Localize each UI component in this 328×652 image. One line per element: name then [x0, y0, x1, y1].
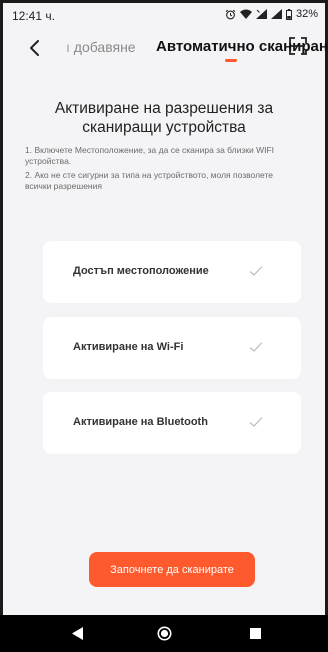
- nav-home-icon[interactable]: [157, 626, 172, 641]
- permission-bluetooth[interactable]: Активиране на Bluetooth: [43, 392, 301, 454]
- alarm-icon: [225, 9, 236, 19]
- status-bar: 12:41 ч. 32%: [6, 6, 322, 26]
- battery-icon: [285, 8, 292, 20]
- nav-recent-icon[interactable]: [250, 628, 261, 639]
- permission-label: Достъп местоположение: [73, 265, 209, 277]
- instruction-1: 1. Включете Местоположение, за да се ска…: [25, 145, 275, 166]
- status-time: 12:41 ч.: [12, 9, 55, 23]
- start-scan-button[interactable]: Започнете да сканирате: [89, 552, 255, 587]
- signal-icon-2: [270, 9, 282, 19]
- active-tab-indicator: [225, 59, 237, 62]
- battery-percent: 32%: [295, 8, 318, 20]
- tab-manual-add[interactable]: ı добавяне: [66, 39, 136, 55]
- wifi-icon: [239, 9, 252, 19]
- tab-fade: [54, 35, 72, 59]
- signal-icon: [255, 9, 267, 19]
- status-icons: 32%: [225, 8, 318, 20]
- check-icon: [249, 266, 263, 276]
- chevron-left-icon[interactable]: [24, 37, 46, 59]
- system-nav-bar: [0, 615, 328, 652]
- instruction-2: 2. Ако не сте сигурни за типа на устройс…: [25, 170, 274, 191]
- check-icon: [249, 342, 263, 352]
- app-header: ı добавяне Автоматично сканиран: [6, 29, 328, 65]
- nav-back-icon[interactable]: [72, 627, 84, 640]
- permission-label: Активиране на Bluetooth: [73, 416, 208, 428]
- check-icon: [249, 417, 263, 427]
- permission-wifi[interactable]: Активиране на Wi-Fi: [43, 317, 301, 379]
- app-screen: 12:41 ч. 32% ı добавяне Автоматично скан…: [0, 0, 328, 652]
- scan-frame-icon[interactable]: [288, 36, 308, 56]
- permission-label: Активиране на Wi-Fi: [73, 341, 184, 353]
- instructions: 1. Включете Местоположение, за да се ска…: [25, 145, 301, 195]
- permission-location[interactable]: Достъп местоположение: [43, 241, 301, 303]
- page-title: Активиране на разрешения за сканиращи ус…: [54, 100, 274, 136]
